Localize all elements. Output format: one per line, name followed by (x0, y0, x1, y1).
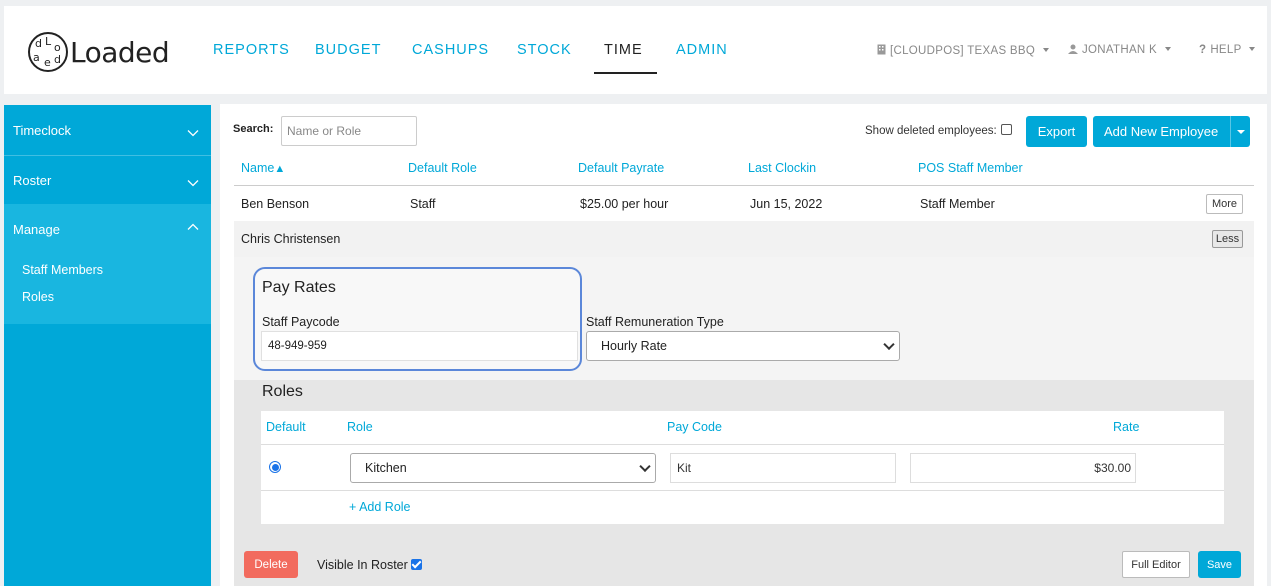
nav-time[interactable]: TIME (604, 42, 643, 58)
column-header-name[interactable]: Name▲ (241, 161, 285, 175)
roles-column-pay-code: Pay Code (667, 420, 722, 434)
store-name: [CLOUDPOS] TEXAS BBQ (890, 45, 1036, 57)
table-row-expanded[interactable] (234, 221, 1254, 257)
caret-down-icon (1236, 129, 1245, 134)
chevron-down-icon (883, 338, 895, 351)
nav-cashups[interactable]: CASHUPS (412, 42, 489, 58)
logo-text: Loaded (70, 35, 170, 69)
user-menu[interactable]: JONATHAN K (1068, 44, 1171, 56)
save-button[interactable]: Save (1198, 551, 1241, 578)
pay-rates-heading: Pay Rates (262, 279, 336, 296)
building-icon (877, 44, 886, 55)
logo-mark-icon: d L o a e d (28, 32, 68, 72)
sidebar-section-label: Manage (13, 222, 60, 237)
cell-role: Staff (410, 197, 436, 211)
roles-column-role: Role (347, 420, 373, 434)
visible-in-roster-toggle[interactable]: Visible In Roster (317, 558, 422, 572)
help-label: HELP (1210, 44, 1242, 56)
user-icon (1068, 44, 1078, 54)
sidebar-item-staff-members[interactable]: Staff Members (22, 263, 103, 277)
staff-paycode-label: Staff Paycode (262, 315, 340, 329)
column-header-label: Name (241, 161, 275, 175)
more-button[interactable]: More (1206, 194, 1243, 214)
chevron-up-icon (187, 223, 199, 230)
roles-heading: Roles (262, 383, 303, 400)
search-label: Search: (233, 123, 274, 135)
show-deleted-checkbox[interactable] (1000, 124, 1012, 135)
sidebar-section-roster[interactable]: Roster (4, 155, 211, 204)
rate-input[interactable]: $30.00 (910, 453, 1136, 483)
show-deleted-label: Show deleted employees: (865, 125, 997, 137)
add-new-employee-label: Add New Employee (1104, 124, 1219, 139)
cell-name: Ben Benson (241, 197, 310, 211)
role-select-value: Kitchen (365, 461, 407, 475)
pay-code-input[interactable]: Kit (670, 453, 896, 483)
remuneration-type-label: Staff Remuneration Type (586, 315, 724, 329)
user-caret-icon (1164, 47, 1171, 51)
roles-row-divider (261, 490, 1224, 491)
sidebar-section-manage[interactable]: Manage Staff Members Roles (4, 204, 211, 324)
nav-reports[interactable]: REPORTS (213, 42, 290, 58)
nav-budget[interactable]: BUDGET (315, 42, 381, 58)
help-caret-icon (1248, 47, 1255, 51)
user-name: JONATHAN K (1082, 44, 1157, 56)
less-button[interactable]: Less (1212, 230, 1243, 248)
visible-in-roster-label: Visible In Roster (317, 558, 408, 572)
column-header-default-role[interactable]: Default Role (408, 161, 477, 175)
header-divider (234, 185, 1254, 186)
column-header-last-clockin[interactable]: Last Clockin (748, 161, 816, 175)
help-menu[interactable]: ? HELP (1199, 44, 1255, 56)
staff-paycode-input[interactable]: 48-949-959 (261, 331, 578, 361)
nav-admin[interactable]: ADMIN (676, 42, 728, 58)
roles-column-rate: Rate (1113, 420, 1140, 434)
sidebar-item-roles[interactable]: Roles (22, 290, 54, 304)
remuneration-type-value: Hourly Rate (601, 339, 667, 353)
top-navbar: d L o a e d Loaded REPORTS BUDGET CASHUP… (4, 6, 1267, 94)
chevron-down-icon (187, 130, 199, 137)
chevron-down-icon (187, 180, 199, 187)
roles-column-default: Default (266, 420, 306, 434)
export-button[interactable]: Export (1026, 116, 1087, 147)
remuneration-type-select[interactable]: Hourly Rate (586, 331, 900, 361)
main-panel: Search: Show deleted employees: Export A… (220, 104, 1267, 586)
delete-button[interactable]: Delete (244, 551, 298, 578)
role-select[interactable]: Kitchen (350, 453, 656, 483)
search-input[interactable] (281, 116, 417, 146)
store-caret-icon (1042, 48, 1049, 52)
nav-stock[interactable]: STOCK (517, 42, 572, 58)
add-new-dropdown-toggle[interactable] (1230, 116, 1250, 147)
sidebar-section-label: Roster (13, 173, 52, 188)
roles-header-divider (261, 444, 1224, 445)
column-header-default-payrate[interactable]: Default Payrate (578, 161, 664, 175)
sidebar: Timeclock Roster Manage Staff Members Ro… (4, 105, 211, 586)
cell-name: Chris Christensen (241, 232, 341, 246)
cell-pos-staff: Staff Member (920, 197, 995, 211)
nav-active-underline (594, 72, 657, 74)
sort-ascending-icon: ▲ (274, 163, 286, 175)
cell-payrate: $25.00 per hour (580, 197, 669, 211)
sidebar-section-label: Timeclock (13, 123, 72, 138)
visible-in-roster-checkbox[interactable] (410, 559, 422, 570)
add-new-employee-button[interactable]: Add New Employee (1093, 116, 1250, 147)
default-role-radio[interactable] (269, 461, 281, 473)
chevron-down-icon (639, 460, 651, 473)
cell-last-clockin: Jun 15, 2022 (750, 197, 823, 211)
sidebar-section-timeclock[interactable]: Timeclock (4, 105, 211, 155)
add-role-link[interactable]: + Add Role (349, 500, 411, 514)
question-icon: ? (1199, 44, 1207, 56)
logo[interactable]: d L o a e d Loaded (28, 30, 178, 74)
full-editor-button[interactable]: Full Editor (1122, 551, 1190, 578)
column-header-pos-staff-member[interactable]: POS Staff Member (918, 161, 1023, 175)
show-deleted-toggle[interactable]: Show deleted employees: (865, 124, 1012, 137)
store-menu[interactable]: [CLOUDPOS] TEXAS BBQ (877, 44, 1049, 57)
